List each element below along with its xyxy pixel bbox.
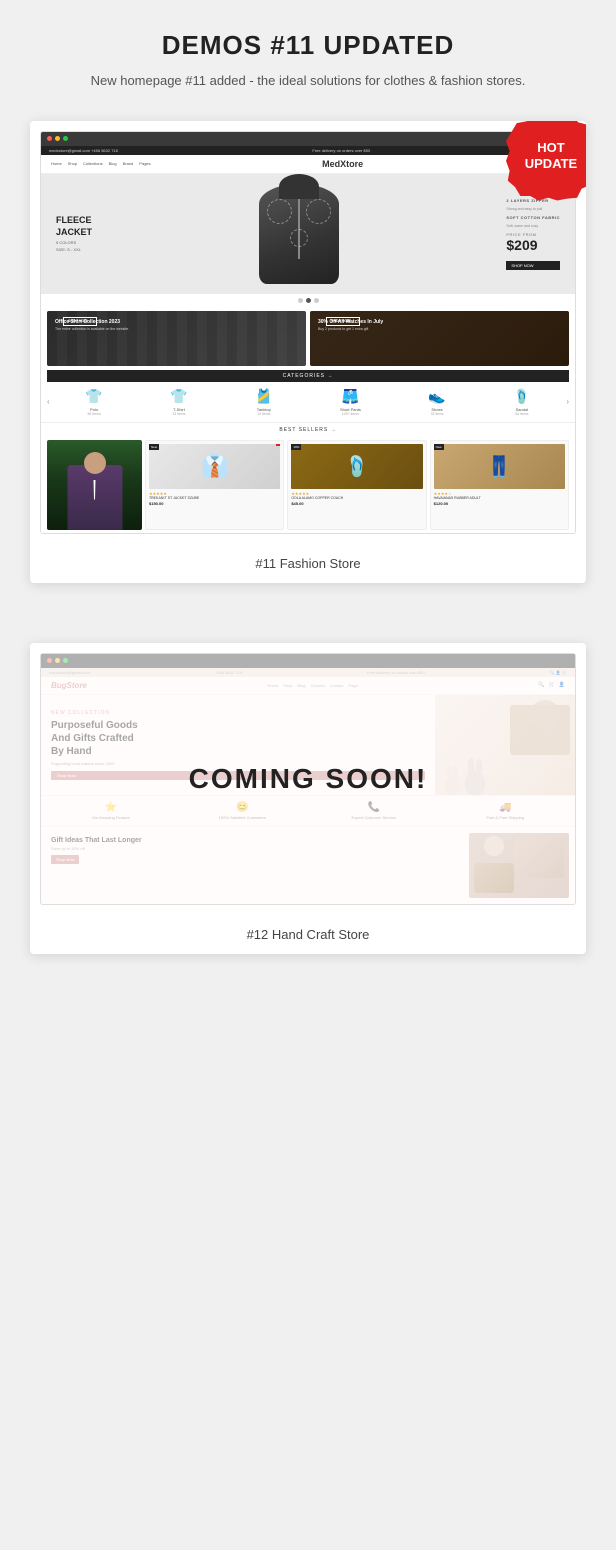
coming-soon-overlay: COMING SOON!: [41, 654, 575, 904]
demo-card-2: medxstore@gmail.com +456 5632 718 Free d…: [30, 643, 586, 954]
hero-right: 2 LAYERS ZIPPER Strong and easy to pull …: [506, 198, 560, 270]
bottom-spacer: [0, 974, 616, 1004]
product-card-pants[interactable]: 👖 New ★★★★☆ HAVAIANAS RUBBER ADULT $120.…: [430, 440, 569, 530]
slide-dots: [41, 294, 575, 307]
hot-badge-inner: HOT UPDATE: [506, 121, 586, 201]
store-screenshot-1: medxstore@gmail.com +456 5632 718 Free d…: [40, 131, 576, 534]
tshirt-icon: 👕: [170, 388, 187, 405]
store-topbar: medxstore@gmail.com +456 5632 718 Free d…: [41, 146, 575, 155]
cat-next-arrow[interactable]: ›: [564, 397, 571, 406]
browser-dot-red: [47, 136, 52, 141]
page-title: DEMOS #11 UPDATED: [20, 30, 596, 61]
new-badge-2: 10%: [291, 444, 301, 450]
store-logo-1: MedXtore: [322, 159, 363, 169]
cat-shorts[interactable]: 🩳 Short Pants 100+ items: [340, 388, 361, 416]
promo-banner-shirts[interactable]: Office Shirt Collection 2023 The entire …: [47, 311, 306, 366]
product-img-pants: 👖: [434, 444, 565, 489]
store-nav-1: Home Shop Collections Blog Brand Pages M…: [41, 155, 575, 174]
cat-prev-arrow[interactable]: ‹: [45, 397, 52, 406]
product-featured: [47, 440, 142, 530]
new-badge-3: New: [434, 444, 444, 450]
store-content-1: medxstore@gmail.com +456 5632 718 Free d…: [41, 146, 575, 533]
product-img-shirt: 👔: [149, 444, 280, 489]
tanktop-icon: 🎽: [255, 388, 272, 405]
sandal-icon: 🩴: [513, 388, 530, 405]
coming-soon-text: COMING SOON!: [189, 763, 428, 795]
browser-dot-green: [63, 136, 68, 141]
cat-section: ‹ 👕 Polo 56 items 👕 T-Shirt 23 items: [41, 382, 575, 422]
page-header: DEMOS #11 UPDATED New homepage #11 added…: [0, 0, 616, 101]
hero-left-text: FLEECE JACKET 5 COLORS SIZE: S - XXL: [56, 215, 92, 252]
product-card-sandals[interactable]: 🩴 10% ★★★★★ GOLA ALAMO COPPER COACH $45.…: [287, 440, 426, 530]
cat-items: 👕 Polo 56 items 👕 T-Shirt 23 items 🎽 Tan…: [52, 388, 565, 416]
polo-icon: 👕: [85, 388, 102, 405]
demo2-caption: #12 Hand Craft Store: [30, 915, 586, 954]
store-content-2: medxstore@gmail.com +456 5632 718 Free d…: [41, 668, 575, 904]
product-card-shirt[interactable]: 👔 New ★★★★★ TREKJAKT ST JACKET SZUBE $15…: [145, 440, 284, 530]
product-img-sandals: 🩴: [291, 444, 422, 489]
product-cards: 👔 New ★★★★★ TREKJAKT ST JACKET SZUBE $15…: [145, 440, 569, 530]
demo1-caption: #11 Fashion Store: [30, 544, 586, 583]
categories-bar[interactable]: CATEGORIES →: [47, 370, 569, 382]
browser-bar: [41, 132, 575, 146]
cat-polo[interactable]: 👕 Polo 56 items: [85, 388, 102, 416]
products-section: 👔 New ★★★★★ TREKJAKT ST JACKET SZUBE $15…: [41, 437, 575, 533]
page-subtitle: New homepage #11 added - the ideal solut…: [20, 71, 596, 91]
shoes-icon: 👟: [428, 388, 445, 405]
demo-card-1: HOT UPDATE medxstore@gmail.com +456 5632…: [30, 121, 586, 583]
store-hero-1: FLEECE JACKET 5 COLORS SIZE: S - XXL: [41, 174, 575, 294]
best-sellers-bar: BEST SELLERS →: [41, 422, 575, 437]
cat-shoes[interactable]: 👟 Shoes 78 items: [428, 388, 445, 416]
shop-now-button[interactable]: SHOP NOW: [506, 261, 560, 270]
promo-section: Office Shirt Collection 2023 The entire …: [41, 307, 575, 370]
promo-banner-watches[interactable]: 30% Off All Watches In July Buy 2 produc…: [310, 311, 569, 366]
cat-tanktop[interactable]: 🎽 Tanktop 14 items: [255, 388, 272, 416]
new-badge: New: [149, 444, 159, 450]
store-screenshot-2: medxstore@gmail.com +456 5632 718 Free d…: [40, 653, 576, 905]
shorts-icon: 🩳: [340, 388, 361, 405]
sale-badge: [276, 444, 280, 446]
cat-tshirt[interactable]: 👕 T-Shirt 23 items: [170, 388, 187, 416]
hot-badge: HOT UPDATE: [506, 121, 586, 201]
browser-dot-yellow: [55, 136, 60, 141]
store-nav-links: Home Shop Collections Blog Brand Pages: [51, 161, 151, 166]
cat-sandal[interactable]: 🩴 Sandal 54 items: [513, 388, 530, 416]
hero-price: PRICE FROM $209: [506, 232, 560, 253]
hero-jacket: [259, 184, 339, 284]
page-wrapper: DEMOS #11 UPDATED New homepage #11 added…: [0, 0, 616, 1004]
